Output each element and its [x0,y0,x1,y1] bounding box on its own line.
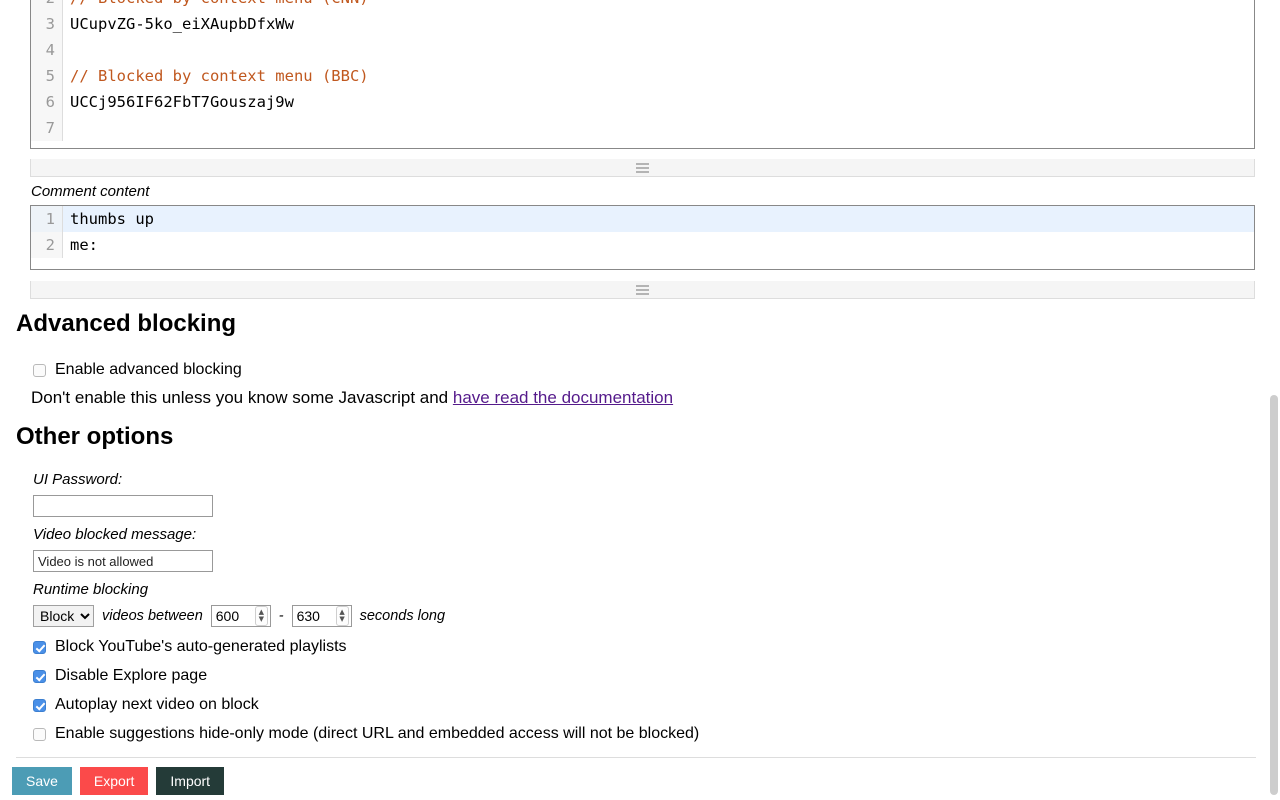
editor-line-text: UCupvZG-5ko_eiXAupbDfxWw [70,15,294,33]
channel-blocklist-editor[interactable]: 2// Blocked by context menu (CNN)3 UCupvZ… [30,0,1255,149]
editor-line-number: 6 [31,89,63,115]
runtime-between-label: videos between [102,608,203,624]
video-blocked-message-input[interactable] [33,550,213,572]
runtime-range-dash: - [278,608,284,624]
enable-advanced-blocking-checkbox[interactable] [33,363,46,377]
option-checkbox-row[interactable]: Disable Explore page [33,667,699,685]
option-checkbox[interactable] [33,669,46,683]
save-button[interactable]: Save [12,767,72,795]
other-options-checkbox-list: Block YouTube's auto-generated playlists… [33,638,699,754]
editor-line[interactable]: 4 [31,37,1254,63]
resize-grip-icon [636,284,649,295]
runtime-blocking-label: Runtime blocking [33,581,149,598]
editor-line-number: 2 [31,0,63,11]
advanced-blocking-heading: Advanced blocking [16,310,237,337]
footer-buttons: Save Export Import [12,767,225,795]
runtime-blocking-row: Block videos between ▲▼ - ▲▼ seconds lon… [33,605,445,627]
editor-line-number: 5 [31,63,63,89]
editor-line-number: 2 [31,232,63,258]
documentation-link[interactable]: have read the documentation [453,388,673,407]
editor-line-text: UCCj956IF62FbT7Gouszaj9w [70,93,294,111]
comment-editor-resize-bar-wrap [30,281,1255,299]
option-checkbox-row[interactable]: Autoplay next video on block [33,696,699,714]
editor-line[interactable]: 1 thumbs up [31,206,1254,232]
editor-line-number: 3 [31,11,63,37]
option-checkbox[interactable] [33,640,46,654]
import-button[interactable]: Import [156,767,225,795]
ui-password-input[interactable] [33,495,213,517]
channel-blocklist-editor-wrap: 2// Blocked by context menu (CNN)3 UCupvZ… [30,0,1255,149]
editor-line-number: 7 [31,115,63,141]
resize-grip-icon [636,162,649,173]
comment-content-lines[interactable]: 1 thumbs up 2 me: [31,206,1254,258]
comment-content-editor-wrap: 1 thumbs up 2 me: [30,205,1255,270]
editor-line[interactable]: 2 me: [31,232,1254,258]
video-blocked-message-label: Video blocked message: [33,526,197,543]
runtime-min-spinner[interactable]: ▲ ▼ [254,606,268,626]
option-checkbox-row[interactable]: Enable suggestions hide-only mode (direc… [33,725,699,743]
option-checkbox-label: Enable suggestions hide-only mode (direc… [55,725,700,742]
comment-editor-resize-handle[interactable] [30,281,1255,299]
editor-line-text: me: [70,236,98,254]
channel-editor-resize-bar-wrap [30,159,1255,177]
runtime-max-wrap: ▲▼ [291,605,352,627]
channel-editor-resize-handle[interactable] [30,159,1255,177]
page-scrollbar-thumb[interactable] [1270,395,1278,795]
channel-blocklist-lines[interactable]: 2// Blocked by context menu (CNN)3 UCupvZ… [31,0,1254,141]
option-checkbox[interactable] [33,727,46,741]
comment-content-label: Comment content [31,183,150,200]
option-checkbox-label: Disable Explore page [55,667,208,684]
option-checkbox[interactable] [33,698,46,712]
runtime-min-wrap: ▲▼ [210,605,271,627]
enable-advanced-blocking-label: Enable advanced blocking [55,361,242,378]
runtime-seconds-suffix: seconds long [359,608,446,624]
editor-line[interactable]: 5 // Blocked by context menu (BBC) [31,63,1254,89]
editor-line[interactable]: 3 UCupvZG-5ko_eiXAupbDfxWw [31,11,1254,37]
option-checkbox-label: Autoplay next video on block [55,696,259,713]
option-checkbox-label: Block YouTube's auto-generated playlists [55,638,347,655]
option-checkbox-row[interactable]: Block YouTube's auto-generated playlists [33,638,699,656]
export-button[interactable]: Export [79,767,149,795]
editor-line-number: 4 [31,37,63,63]
footer-divider [16,757,1256,758]
advanced-blocking-description: Don't enable this unless you know some J… [31,388,673,408]
runtime-max-spinner[interactable]: ▲ ▼ [335,606,349,626]
editor-line-text: thumbs up [70,210,154,228]
page-scrollbar[interactable] [1267,0,1280,800]
runtime-blocking-mode-select[interactable]: Block [33,605,94,627]
editor-line-text: // Blocked by context menu (CNN) [63,0,369,11]
editor-line[interactable]: 2// Blocked by context menu (CNN) [31,0,1254,11]
editor-line[interactable]: 6 UCCj956IF62FbT7Gouszaj9w [31,89,1254,115]
editor-line-number: 1 [31,206,63,232]
editor-line-text: // Blocked by context menu (BBC) [70,67,369,85]
comment-content-editor[interactable]: 1 thumbs up 2 me: [30,205,1255,270]
enable-advanced-blocking-row[interactable]: Enable advanced blocking [33,361,242,379]
advanced-blocking-description-text: Don't enable this unless you know some J… [31,388,453,407]
ui-password-label: UI Password: [33,471,123,488]
options-page: 2// Blocked by context menu (CNN)3UCupvZ… [0,0,1280,800]
editor-line[interactable]: 7 [31,115,1254,141]
other-options-heading: Other options [16,423,174,450]
